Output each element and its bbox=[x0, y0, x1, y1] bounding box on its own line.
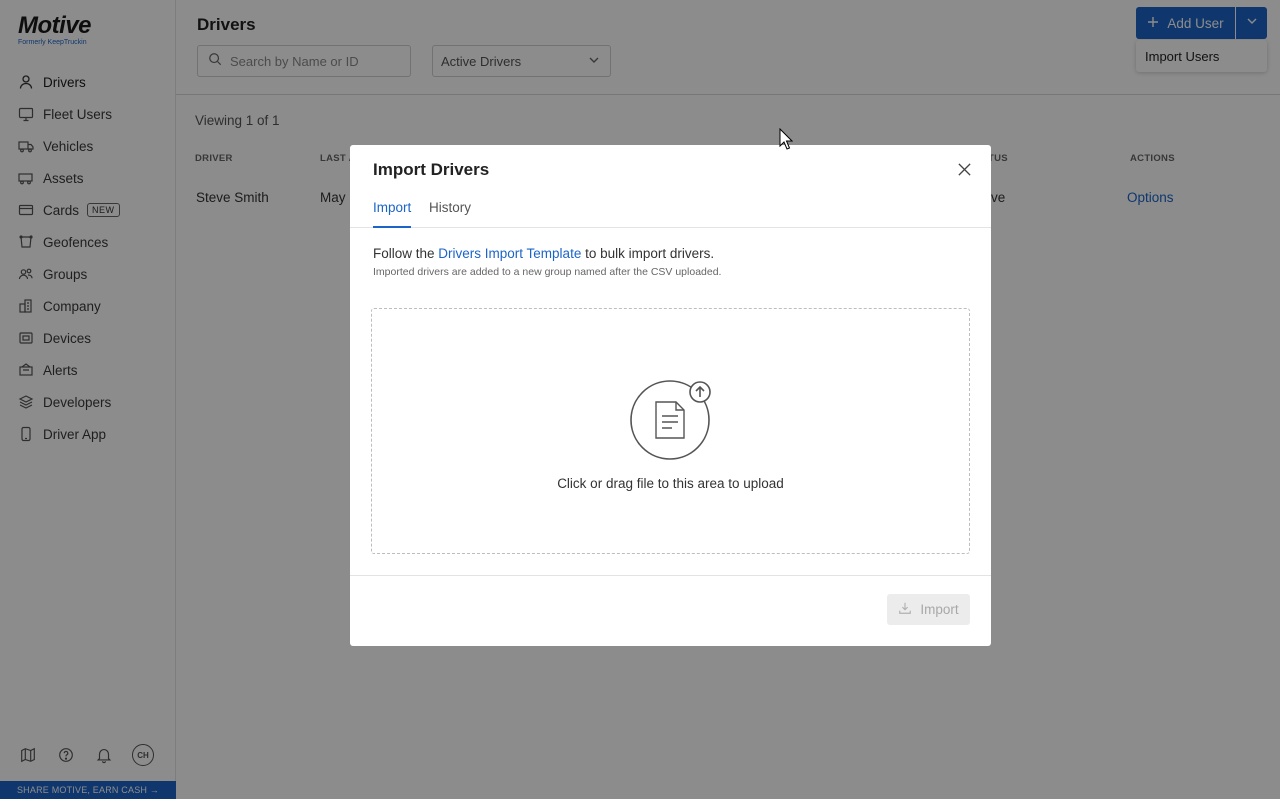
mouse-cursor-icon bbox=[779, 127, 794, 150]
file-upload-icon bbox=[630, 380, 714, 464]
import-note: Imported drivers are added to a new grou… bbox=[373, 266, 722, 278]
import-instructions: Follow the Drivers Import Template to bu… bbox=[373, 246, 714, 261]
instruction-text: Follow the bbox=[373, 246, 439, 261]
instruction-text: to bulk import drivers. bbox=[581, 246, 715, 261]
download-icon bbox=[898, 601, 912, 618]
upload-dropzone[interactable]: Click or drag file to this area to uploa… bbox=[371, 308, 970, 554]
drivers-import-template-link[interactable]: Drivers Import Template bbox=[438, 246, 581, 261]
tab-import[interactable]: Import bbox=[373, 200, 412, 228]
divider bbox=[350, 575, 991, 576]
close-icon[interactable] bbox=[953, 158, 975, 180]
import-button-label: Import bbox=[920, 602, 959, 617]
dropzone-text: Click or drag file to this area to uploa… bbox=[557, 476, 784, 491]
import-drivers-modal: Import Drivers Import History Follow the… bbox=[350, 145, 991, 646]
modal-title: Import Drivers bbox=[373, 160, 490, 179]
tab-history[interactable]: History bbox=[429, 200, 471, 228]
modal-tabs: Import History bbox=[350, 195, 991, 228]
import-button[interactable]: Import bbox=[887, 594, 970, 625]
